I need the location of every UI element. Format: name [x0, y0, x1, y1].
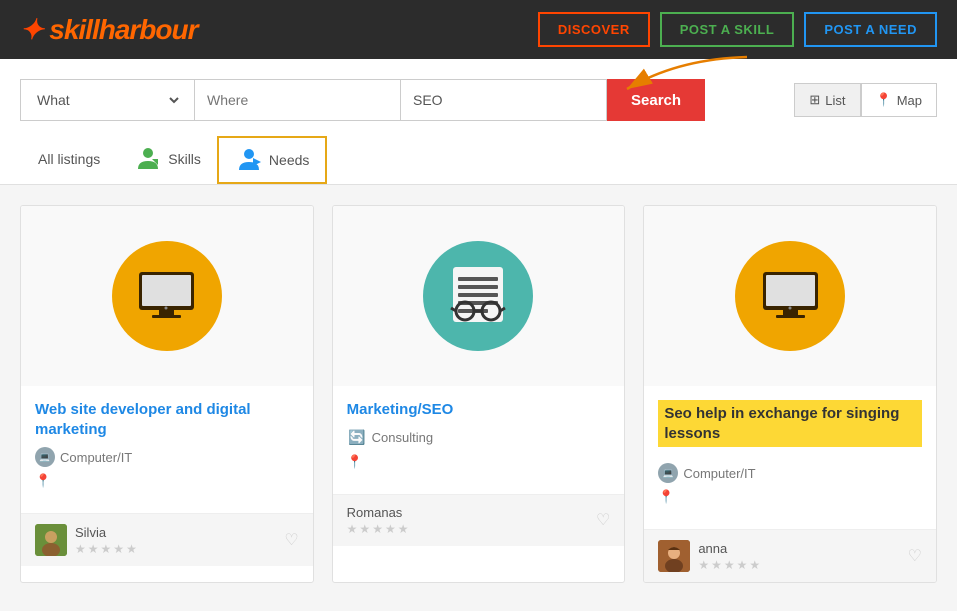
- card-1: Web site developer and digital marketing…: [20, 205, 314, 583]
- card-2-body: Marketing/SEO 🔄 Consulting 📍: [333, 386, 625, 494]
- monitor-icon-1: [134, 269, 199, 324]
- card-3-stars: ★ ★ ★ ★ ★: [698, 558, 760, 572]
- card-2-username: Romanas: [347, 505, 409, 520]
- card-1-heart[interactable]: ♡: [284, 530, 298, 550]
- card-1-category: 💻 Computer/IT: [35, 447, 299, 467]
- card-3-category: 💻 Computer/IT: [658, 463, 922, 483]
- cards-grid: Web site developer and digital marketing…: [0, 185, 957, 603]
- category-icon-1: 💻: [35, 447, 55, 467]
- discover-button[interactable]: DISCOVER: [538, 12, 650, 47]
- map-pin-icon: 📍: [876, 92, 892, 108]
- card-3-user-info: anna ★ ★ ★ ★ ★: [658, 540, 760, 572]
- where-input[interactable]: [195, 79, 401, 121]
- nav-buttons: DISCOVER POST A SKILL POST A NEED: [538, 12, 937, 47]
- card-3-icon-circle: [735, 241, 845, 351]
- card-1-image: [21, 206, 313, 386]
- card-1-location: 📍: [35, 473, 299, 489]
- card-2-image: [333, 206, 625, 386]
- card-1-user-details: Silvia ★ ★ ★ ★ ★: [75, 525, 137, 556]
- list-grid-icon: ⊞: [809, 92, 820, 108]
- card-2-location: 📍: [347, 454, 611, 470]
- post-skill-button[interactable]: POST A SKILL: [660, 12, 795, 47]
- keyword-input[interactable]: [401, 79, 607, 121]
- card-2-icon-circle: [423, 241, 533, 351]
- card-2-category: 🔄 Consulting: [347, 428, 611, 448]
- card-1-title[interactable]: Web site developer and digital marketing: [35, 400, 299, 439]
- skills-person-icon: [134, 145, 162, 173]
- card-3: Seo help in exchange for singing lessons…: [643, 205, 937, 583]
- card-2: Marketing/SEO 🔄 Consulting 📍 Romanas ★ ★…: [332, 205, 626, 583]
- search-button[interactable]: Search: [607, 79, 705, 121]
- card-3-username: anna: [698, 541, 760, 556]
- view-toggle: ⊞ List 📍 Map: [794, 83, 937, 117]
- tab-all-listings[interactable]: All listings: [20, 141, 118, 180]
- tabs-row: All listings Skills Needs: [20, 136, 937, 184]
- search-container: [401, 79, 607, 121]
- tab-skills[interactable]: Skills: [118, 137, 217, 184]
- card-3-location: 📍: [658, 489, 922, 505]
- card-1-user-info: Silvia ★ ★ ★ ★ ★: [35, 524, 137, 556]
- card-2-heart[interactable]: ♡: [596, 510, 610, 530]
- card-1-footer: Silvia ★ ★ ★ ★ ★ ♡: [21, 513, 313, 566]
- list-view-button[interactable]: ⊞ List: [794, 83, 860, 117]
- what-select[interactable]: What: [20, 79, 195, 121]
- silvia-avatar-img: [35, 524, 67, 556]
- card-3-body: Seo help in exchange for singing lessons…: [644, 386, 936, 529]
- search-area: What Search ⊞ List 📍: [0, 59, 957, 185]
- card-3-footer: anna ★ ★ ★ ★ ★ ♡: [644, 529, 936, 582]
- search-row: What Search ⊞ List 📍: [20, 79, 937, 121]
- category-icon-3: 💻: [658, 463, 678, 483]
- category-icon-2: 🔄: [347, 428, 367, 448]
- post-need-button[interactable]: POST A NEED: [804, 12, 937, 47]
- card-1-body: Web site developer and digital marketing…: [21, 386, 313, 513]
- card-3-title[interactable]: Seo help in exchange for singing lessons: [658, 400, 922, 447]
- monitor-icon-3: [758, 269, 823, 324]
- anna-avatar-img: [658, 540, 690, 572]
- card-2-stars: ★ ★ ★ ★ ★: [347, 522, 409, 536]
- card-2-title[interactable]: Marketing/SEO: [347, 400, 611, 420]
- what-dropdown[interactable]: What: [33, 91, 182, 109]
- map-view-button[interactable]: 📍 Map: [861, 83, 937, 117]
- card-1-stars: ★ ★ ★ ★ ★: [75, 542, 137, 556]
- logo: ✦ skillharbour: [20, 13, 198, 46]
- card-3-image: [644, 206, 936, 386]
- card-1-icon-circle: [112, 241, 222, 351]
- card-3-avatar: [658, 540, 690, 572]
- card-2-footer: Romanas ★ ★ ★ ★ ★ ♡: [333, 494, 625, 546]
- card-1-avatar: [35, 524, 67, 556]
- header: ✦ skillharbour DISCOVER POST A SKILL POS…: [0, 0, 957, 59]
- tab-needs[interactable]: Needs: [217, 136, 327, 184]
- card-2-user-info: Romanas ★ ★ ★ ★ ★: [347, 505, 409, 536]
- reading-icon: [438, 259, 518, 334]
- card-3-user-details: anna ★ ★ ★ ★ ★: [698, 541, 760, 572]
- needs-person-icon: [235, 146, 263, 174]
- card-3-heart[interactable]: ♡: [908, 546, 922, 566]
- card-1-username: Silvia: [75, 525, 137, 540]
- card-2-user-details: Romanas ★ ★ ★ ★ ★: [347, 505, 409, 536]
